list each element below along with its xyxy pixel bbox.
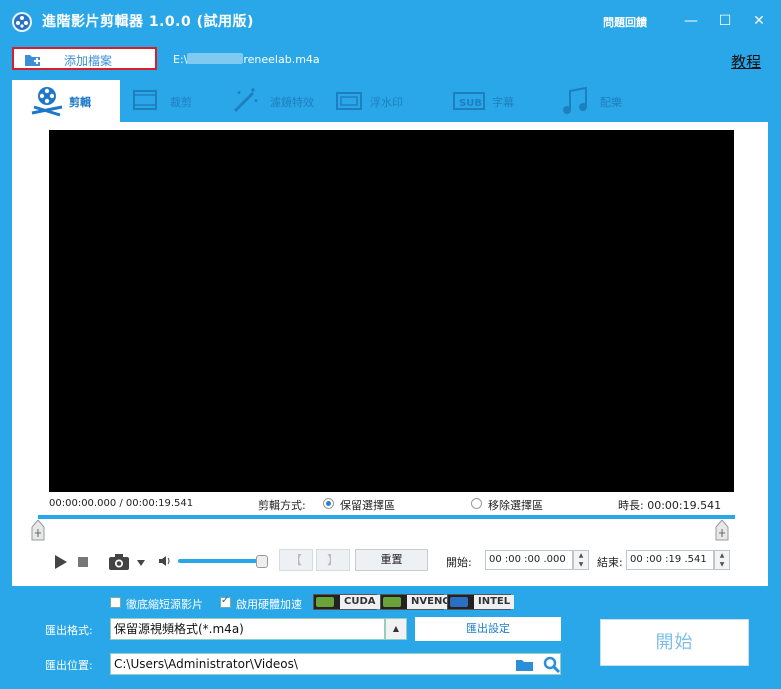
tab-label: 濾鏡特效 xyxy=(270,96,314,109)
export-settings-button[interactable]: 匯出設定 xyxy=(415,617,561,641)
tutorial-link[interactable]: 教程 xyxy=(731,51,761,72)
playback-time: 00:00:00.000 / 00:00:19.541 xyxy=(49,498,194,509)
export-location-label: 匯出位置: xyxy=(45,659,93,672)
nvidia-icon xyxy=(383,597,401,607)
subtitle-icon: SUB xyxy=(452,85,486,118)
volume-icon[interactable] xyxy=(158,555,172,570)
export-location-input[interactable]: C:\Users\Administrator\Videos\ xyxy=(110,653,561,675)
end-time-label: 結束: xyxy=(597,556,623,569)
tab-watermark[interactable]: 浮水印 xyxy=(332,80,432,122)
folder-open-icon[interactable] xyxy=(515,657,535,676)
end-time-input[interactable]: 00 :00 :19 .541 xyxy=(626,550,714,570)
tab-label: 浮水印 xyxy=(370,96,403,109)
play-button[interactable] xyxy=(54,554,68,573)
nvidia-icon xyxy=(316,597,334,607)
file-path-name: reneelab.m4a xyxy=(243,53,320,66)
editor-panel: 00:00:00.000 / 00:00:19.541 剪輯方式: 保留選擇區 … xyxy=(12,122,768,586)
app-logo-icon xyxy=(12,12,32,32)
remove-selection-radio[interactable] xyxy=(471,498,482,509)
stop-button[interactable] xyxy=(78,557,88,567)
end-time-stepper[interactable]: ▲ ▼ xyxy=(714,550,730,570)
reset-button[interactable]: 重置 xyxy=(355,549,428,571)
add-file-label: 添加檔案 xyxy=(64,54,113,68)
tab-subtitle[interactable]: SUB 字幕 xyxy=(452,80,552,122)
volume-slider[interactable] xyxy=(178,559,264,563)
intel-badge: INTEL xyxy=(447,594,515,610)
start-marker-handle[interactable] xyxy=(31,519,45,542)
add-folder-icon xyxy=(24,53,42,70)
tab-filter[interactable]: 濾鏡特效 xyxy=(227,80,331,122)
timeline-track[interactable] xyxy=(38,515,735,519)
svg-text:SUB: SUB xyxy=(459,98,482,109)
app-window: 進階影片剪輯器 1.0.0 (試用版) 問題回饋 — ☐ ✕ 添加檔案 E:\ r… xyxy=(0,0,781,689)
close-button[interactable]: ✕ xyxy=(748,10,770,32)
hardware-accel-checkbox[interactable] xyxy=(220,595,231,608)
title-bar: 進階影片剪輯器 1.0.0 (試用版) 問題回饋 — ☐ ✕ xyxy=(0,0,781,42)
tab-label: 配樂 xyxy=(600,96,622,109)
keep-selection-radio[interactable] xyxy=(323,498,334,509)
start-time-input[interactable]: 00 :00 :00 .000 xyxy=(485,550,573,570)
add-file-button[interactable]: 添加檔案 xyxy=(12,47,157,70)
file-path: E:\ reneelab.m4a xyxy=(173,53,320,66)
snapshot-button[interactable] xyxy=(109,554,147,573)
keep-selection-label[interactable]: 保留選擇區 xyxy=(340,497,395,513)
music-note-icon xyxy=(560,85,592,120)
watermark-icon xyxy=(334,85,366,118)
video-preview[interactable] xyxy=(49,130,734,492)
start-time-stepper[interactable]: ▲ ▼ xyxy=(573,550,589,570)
film-reel-icon xyxy=(30,85,64,120)
tab-music[interactable]: 配樂 xyxy=(560,80,660,122)
cuda-label: CUDA xyxy=(340,595,380,609)
volume-slider-knob[interactable] xyxy=(256,555,268,568)
intel-icon xyxy=(450,597,468,607)
crop-icon xyxy=(130,85,162,118)
tab-bar: 剪輯 裁剪 濾鏡特效 浮水印 SUB 字幕 配樂 xyxy=(12,80,768,122)
nvenc-badge: NVENC xyxy=(380,594,454,610)
redacted-text xyxy=(187,53,244,64)
format-dropdown-button[interactable]: ▲ xyxy=(385,618,407,640)
window-title: 進階影片剪輯器 1.0.0 (試用版) xyxy=(42,14,254,30)
set-start-bracket-button[interactable]: 【 xyxy=(279,549,313,571)
minimize-button[interactable]: — xyxy=(680,10,702,32)
intel-label: INTEL xyxy=(474,595,515,609)
location-actions xyxy=(515,656,561,677)
search-icon[interactable] xyxy=(543,656,561,677)
tab-label: 字幕 xyxy=(492,96,514,109)
cuda-badge: CUDA xyxy=(313,594,380,610)
hardware-accel-label: 啟用硬體加速 xyxy=(236,598,302,611)
set-end-bracket-button[interactable]: 】 xyxy=(316,549,350,571)
shrink-source-label: 徹底縮短源影片 xyxy=(126,598,203,611)
shrink-source-checkbox[interactable] xyxy=(110,597,121,608)
start-export-button[interactable]: 開始 xyxy=(600,619,749,666)
remove-selection-label[interactable]: 移除選擇區 xyxy=(488,497,543,513)
tab-crop[interactable]: 裁剪 xyxy=(125,80,225,122)
tab-label: 剪輯 xyxy=(69,96,91,109)
feedback-link[interactable]: 問題回饋 xyxy=(603,14,647,30)
end-marker-handle[interactable] xyxy=(715,519,729,542)
tab-clip[interactable]: 剪輯 xyxy=(12,80,120,122)
export-format-label: 匯出格式: xyxy=(45,624,93,637)
tab-label: 裁剪 xyxy=(170,96,192,109)
export-format-select[interactable]: 保留源視頻格式(*.m4a) xyxy=(110,618,385,640)
start-time-label: 開始: xyxy=(446,556,472,569)
magic-wand-icon xyxy=(229,85,261,118)
file-path-prefix: E:\ xyxy=(173,53,188,66)
duration-display: 時長: 00:00:19.541 xyxy=(618,499,722,512)
maximize-button[interactable]: ☐ xyxy=(714,10,736,32)
cut-mode-label: 剪輯方式: xyxy=(258,499,306,512)
